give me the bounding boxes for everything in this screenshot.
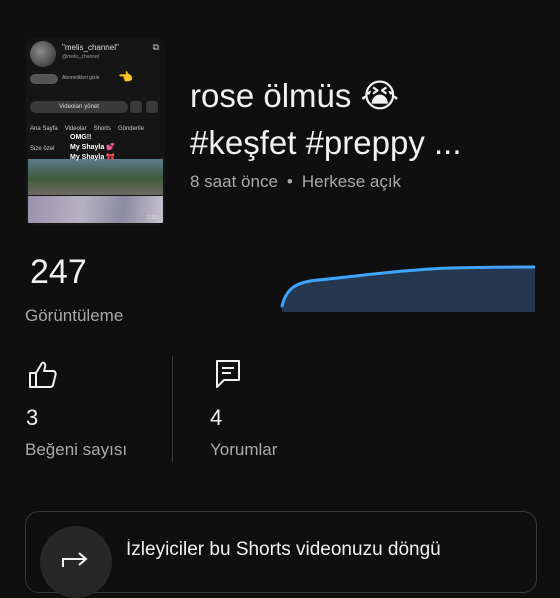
comments-count: 4 [210, 405, 223, 430]
comments-label: Yorumlar [210, 440, 278, 459]
views-count: 247 [30, 253, 87, 291]
stats-divider [172, 356, 173, 462]
thumb-subscriber-line: Abonelikleri gizle [62, 75, 100, 81]
sparkline-area [282, 267, 535, 312]
views-label: Görüntüleme [25, 306, 124, 325]
loop-arrow-icon [62, 552, 88, 567]
meta-separator: • [286, 172, 293, 191]
thumb-channel-name: "melis_channel" [62, 43, 119, 52]
thumb-photo-bottom [28, 196, 163, 223]
video-title-line2: #keşfet #preppy ... [190, 124, 462, 161]
likes-count: 3 [26, 405, 39, 430]
video-meta: 8 saat önce • Herkese açık [190, 172, 401, 192]
thumb-duration: 2:59 [147, 215, 157, 221]
video-title-line1: rose ölmüs 😭 [190, 77, 400, 114]
thumb-tab: Ana Sayfa [30, 126, 58, 132]
channel-avatar [30, 41, 56, 67]
thumb-edit-button [146, 101, 158, 113]
promo-text: İzleyiciler bu Shorts videonuzu döngü [126, 539, 441, 560]
comment-icon[interactable] [212, 357, 244, 389]
thumb-emoji: 👈 [118, 70, 133, 84]
thumb-overlay-line: My Shayla 🎀 [70, 154, 115, 161]
cast-icon: ⧉ [152, 42, 159, 52]
video-title[interactable]: rose ölmüs 😭 #keşfet #preppy ... [190, 72, 540, 166]
thumbs-up-icon[interactable] [26, 359, 58, 391]
thumb-overlay-line: My Shayla 💕 [70, 144, 115, 151]
thumb-overlay-line: OMG!! [70, 134, 92, 141]
loop-arrow-icon-wrap [40, 526, 112, 598]
thumb-sub-label: Size özel [30, 146, 55, 152]
thumb-tabs: Ana Sayfa Videolar Shorts Gönderile [30, 126, 151, 132]
video-thumbnail[interactable]: "melis_channel" @melis_channel ⧉ Aboneli… [26, 38, 165, 225]
thumb-overlay-text: OMG!! My Shayla 💕 My Shayla 🎀 [70, 133, 115, 163]
likes-label: Beğeni sayısı [25, 440, 128, 459]
time-ago: 8 saat önce [190, 172, 278, 191]
thumb-subscriber-avatars [30, 74, 58, 84]
thumb-square-button [130, 101, 142, 113]
thumb-photo-top [28, 159, 163, 195]
thumb-channel-handle: @melis_channel [62, 54, 100, 60]
promo-card[interactable]: İzleyiciler bu Shorts videonuzu döngü [25, 511, 537, 598]
visibility-status: Herkese açık [301, 172, 402, 191]
thumb-tab: Shorts [93, 126, 111, 132]
thumb-tab: Gönderile [117, 126, 144, 132]
thumb-manage-button: Videoları yönet [30, 101, 128, 113]
thumb-tab: Videolar [64, 126, 87, 132]
views-sparkline [280, 265, 535, 312]
